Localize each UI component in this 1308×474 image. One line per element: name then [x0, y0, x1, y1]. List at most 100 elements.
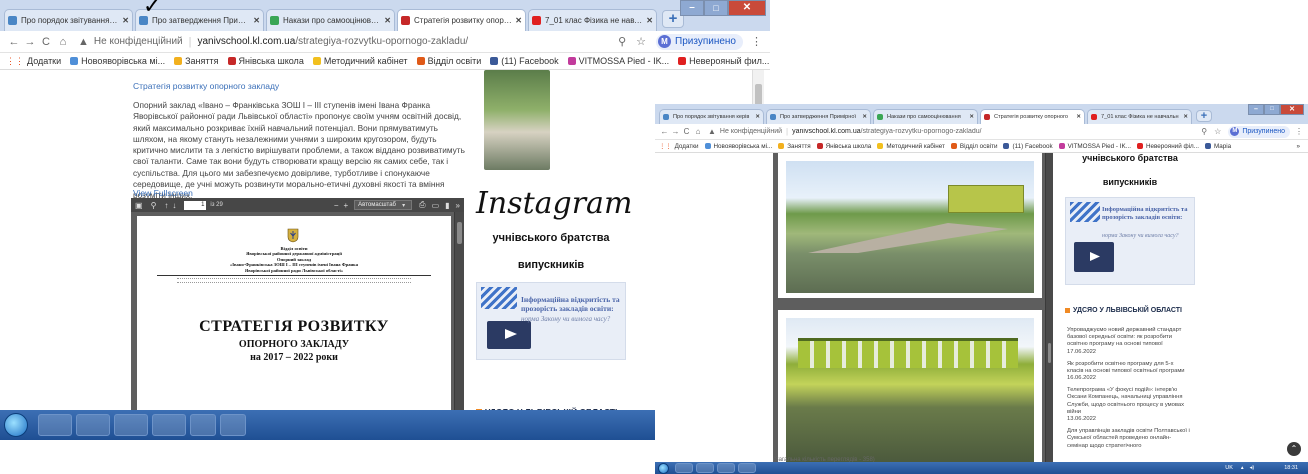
- browser-tab[interactable]: 7_01 клас Фізика не навчальн✕: [528, 9, 657, 31]
- news-item[interactable]: Упроваджуємо новий державний стандарт ба…: [1067, 327, 1191, 355]
- minimize-icon[interactable]: –: [680, 0, 704, 16]
- bookmark-item[interactable]: Методичний кабінет: [312, 56, 408, 66]
- bookmark-star-icon[interactable]: ☆: [1214, 127, 1221, 136]
- zoom-in-icon[interactable]: +: [343, 201, 348, 210]
- instagram-heading[interactable]: Instagram: [476, 186, 632, 221]
- maximize-icon[interactable]: □: [704, 0, 728, 16]
- menu-icon[interactable]: ⋮: [751, 35, 762, 48]
- bookmark-item[interactable]: (11) Facebook: [490, 56, 559, 66]
- tab-close-icon[interactable]: ✕: [384, 16, 391, 25]
- search-icon[interactable]: ⚲: [151, 201, 157, 210]
- news-item[interactable]: Телепрограма «У фокусі подій»: інтерв'ю …: [1067, 387, 1191, 422]
- breadcrumb[interactable]: Стратегія розвитку опорного закладу: [133, 81, 279, 91]
- tab-close-icon[interactable]: ✕: [1183, 114, 1188, 120]
- taskbar-app-icon[interactable]: [190, 414, 216, 436]
- taskbar-app-icon[interactable]: [152, 414, 186, 436]
- profile-button[interactable]: M Призупинено: [1228, 125, 1290, 138]
- tray-arrow-icon[interactable]: ▴: [1241, 465, 1244, 471]
- start-button[interactable]: [4, 413, 28, 437]
- security-label[interactable]: Не конфіденційний: [720, 128, 782, 135]
- bookmark-item[interactable]: Новояворівська мі...: [704, 143, 772, 150]
- volume-icon[interactable]: ◂): [1250, 465, 1255, 471]
- language-indicator[interactable]: UK: [1225, 465, 1233, 471]
- tab-close-icon[interactable]: ✕: [755, 114, 760, 120]
- browser-tab[interactable]: 7_01 клас Фізика не навчальн✕: [1087, 109, 1192, 124]
- promo-banner[interactable]: Інформаційна відкритість та прозорість з…: [476, 282, 626, 360]
- bookmark-star-icon[interactable]: ☆: [636, 35, 646, 48]
- print-icon[interactable]: ⎙: [419, 200, 425, 210]
- back-icon[interactable]: ←: [6, 36, 22, 48]
- close-window-icon[interactable]: ✕: [1280, 104, 1304, 115]
- reload-icon[interactable]: C: [38, 36, 54, 48]
- taskbar-app-icon[interactable]: [738, 463, 756, 473]
- home-icon[interactable]: ⌂: [54, 36, 72, 48]
- tab-close-icon[interactable]: ✕: [1076, 114, 1081, 120]
- bookmark-item[interactable]: Додатки: [27, 56, 61, 66]
- scroll-to-top-button[interactable]: ⌃: [1287, 442, 1301, 456]
- apps-grid-icon[interactable]: ⋮⋮: [6, 56, 24, 67]
- forward-icon[interactable]: →: [22, 36, 38, 48]
- bookmark-item[interactable]: Mapia: [1204, 143, 1231, 150]
- more-bookmarks-icon[interactable]: »: [1296, 143, 1300, 150]
- minimize-icon[interactable]: –: [1248, 104, 1264, 115]
- tab-close-icon[interactable]: ✕: [862, 114, 867, 120]
- back-icon[interactable]: ←: [659, 127, 670, 136]
- browser-tab[interactable]: Про порядок звітування керів ✕: [4, 9, 133, 31]
- home-icon[interactable]: ⌂: [692, 127, 704, 136]
- taskbar-app-icon[interactable]: [220, 414, 246, 436]
- browser-tab[interactable]: Про затвердження Примірної ✕: [766, 109, 871, 124]
- tab-close-icon[interactable]: ✕: [515, 16, 522, 25]
- pdf-scrollbar[interactable]: [454, 212, 464, 410]
- browser-tab[interactable]: Накази про самооцінювання ✕: [266, 9, 395, 31]
- bookmark-item[interactable]: Заняття: [174, 56, 219, 66]
- browser-tab[interactable]: Про порядок звітування керів ✕: [659, 109, 764, 124]
- prev-page-icon[interactable]: ↑: [164, 201, 168, 210]
- tab-close-icon[interactable]: ✕: [646, 16, 653, 25]
- taskbar-chrome-icon[interactable]: [717, 463, 735, 473]
- page-number-input[interactable]: 1: [184, 200, 207, 210]
- taskbar-chrome-icon[interactable]: [114, 414, 148, 436]
- maximize-icon[interactable]: □: [1264, 104, 1280, 115]
- next-page-icon[interactable]: ↓: [172, 201, 176, 210]
- pdf-scroll-thumb[interactable]: [457, 222, 462, 244]
- start-button[interactable]: [658, 462, 669, 474]
- bookmark-item[interactable]: (11) Facebook: [1003, 143, 1053, 150]
- sidebar-toggle-icon[interactable]: ▣: [135, 201, 143, 210]
- bookmark-item[interactable]: Заняття: [778, 143, 811, 150]
- tab-close-icon[interactable]: ✕: [253, 16, 260, 25]
- menu-icon[interactable]: ⋮: [1295, 127, 1303, 136]
- pdf-scrollbar[interactable]: [1045, 153, 1053, 462]
- bookmark-item[interactable]: VITMOSSA Pied - IK...: [567, 56, 669, 66]
- gallery-photo[interactable]: [484, 70, 550, 170]
- bookmark-item[interactable]: VITMOSSA Pied - IK...: [1058, 143, 1131, 150]
- news-item[interactable]: Для управлінців закладів освіти Полтавсь…: [1067, 428, 1191, 450]
- bookmark-item[interactable]: Янівська школа: [227, 56, 304, 66]
- browser-tab[interactable]: Стратегія розвитку опорного ✕: [397, 9, 526, 31]
- bookmark-item[interactable]: Янівська школа: [816, 143, 871, 150]
- security-label[interactable]: Не конфіденційний: [94, 36, 183, 47]
- view-fullscreen-link[interactable]: View Fullscreen: [133, 188, 193, 198]
- bookmark-item[interactable]: Неверояный фил...: [678, 56, 769, 66]
- more-tools-icon[interactable]: »: [456, 201, 460, 210]
- pdf-scroll-thumb[interactable]: [1048, 343, 1051, 363]
- taskbar-explorer-icon[interactable]: [675, 463, 693, 473]
- section-heading[interactable]: УДСЯО У ЛЬВІВСЬКІЙ ОБЛАСТІ: [1065, 307, 1182, 314]
- bookmark-item[interactable]: Відділ освіти: [416, 56, 481, 66]
- zoom-icon[interactable]: ⚲: [1201, 127, 1207, 136]
- taskbar-explorer-icon[interactable]: [38, 414, 72, 436]
- profile-button[interactable]: M Призупинено: [656, 33, 743, 50]
- tab-close-icon[interactable]: ✕: [122, 16, 129, 25]
- browser-tab[interactable]: Стратегія розвитку опорного ✕: [980, 109, 1085, 124]
- new-tab-button[interactable]: +: [1196, 110, 1212, 122]
- bookmark-item[interactable]: Методичний кабінет: [877, 143, 945, 150]
- close-window-icon[interactable]: ✕: [728, 0, 766, 16]
- url-field[interactable]: yanivschool.kl.com.ua/strategiya-rozvytk…: [197, 36, 468, 47]
- save-icon[interactable]: ▭: [432, 201, 440, 210]
- news-item[interactable]: Як розробити освітню програму для 5-х кл…: [1067, 361, 1191, 381]
- tab-close-icon[interactable]: ✕: [969, 114, 974, 120]
- bookmark-icon[interactable]: ▮: [445, 201, 449, 210]
- bookmark-item[interactable]: Новояворівська мі...: [70, 56, 165, 66]
- browser-tab[interactable]: Накази про самооцінювання ✕: [873, 109, 978, 124]
- url-field[interactable]: yanivschool.kl.com.ua/strategiya-rozvytk…: [792, 128, 982, 135]
- bookmark-item[interactable]: Відділ освіти: [950, 143, 997, 150]
